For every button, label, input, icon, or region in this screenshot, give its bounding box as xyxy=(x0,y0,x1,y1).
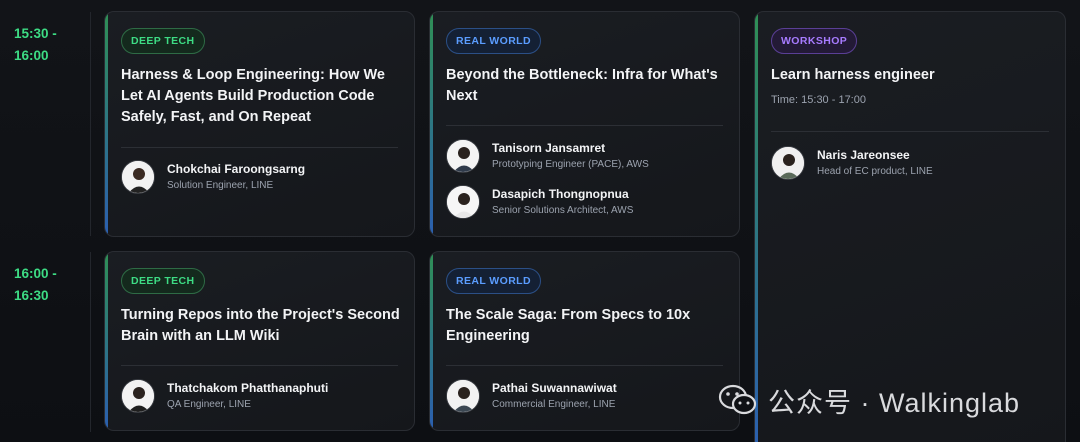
wechat-icon xyxy=(718,384,757,415)
divider xyxy=(446,365,723,366)
divider xyxy=(121,147,398,148)
watermark: 公众号 · Walkinglab xyxy=(718,382,1020,418)
session-card[interactable]: REAL WORLD Beyond the Bottleneck: Infra … xyxy=(429,11,740,237)
speaker: Naris Jareonsee Head of EC product, LINE xyxy=(771,146,1055,182)
speaker-role: Head of EC product, LINE xyxy=(817,166,933,177)
speaker-avatar xyxy=(121,379,155,413)
speaker-role: Senior Solutions Architect, AWS xyxy=(492,205,634,216)
card-accent-bar xyxy=(105,252,108,430)
card-accent-bar xyxy=(755,12,758,442)
speaker-avatar xyxy=(446,139,480,173)
speaker-name: Pathai Suwannawiwat xyxy=(492,381,617,395)
time-divider xyxy=(90,252,91,432)
speaker-name: Tanisorn Jansamret xyxy=(492,141,606,155)
divider xyxy=(446,125,723,126)
card-accent-bar xyxy=(105,12,108,236)
time-slot-start: 16:00 - xyxy=(14,266,57,281)
card-accent-bar xyxy=(430,252,433,430)
speaker-role: QA Engineer, LINE xyxy=(167,399,251,410)
speaker-avatar xyxy=(446,379,480,413)
speaker-avatar xyxy=(771,146,805,180)
track-badge-real-world: REAL WORLD xyxy=(446,28,541,54)
speaker-name: Thatchakom Phatthanaphuti xyxy=(167,381,329,395)
session-title: Harness & Loop Engineering: How We Let A… xyxy=(121,67,385,125)
session-title: Learn harness engineer xyxy=(771,67,935,83)
session-card[interactable]: DEEP TECH Harness & Loop Engineering: Ho… xyxy=(104,11,415,237)
speaker-name: Dasapich Thongnopnua xyxy=(492,187,629,201)
card-accent-bar xyxy=(430,12,433,236)
session-card[interactable]: DEEP TECH Turning Repos into the Project… xyxy=(104,251,415,431)
speaker-role: Solution Engineer, LINE xyxy=(167,180,274,191)
speaker: Dasapich Thongnopnua Senior Solutions Ar… xyxy=(446,185,729,221)
time-slot-2: 16:00 - 16:30 xyxy=(14,263,78,307)
session-card-workshop[interactable]: WORKSHOP Learn harness engineer Time: 15… xyxy=(754,11,1066,442)
speaker-role: Prototyping Engineer (PACE), AWS xyxy=(492,159,649,170)
session-time: Time: 15:30 - 17:00 xyxy=(771,94,866,106)
divider xyxy=(121,365,398,366)
schedule-grid: 15:30 - 16:00 16:00 - 16:30 DEEP TECH Ha… xyxy=(0,0,1080,442)
speaker-name: Chokchai Faroongsarng xyxy=(167,162,306,176)
time-slot-end: 16:00 xyxy=(14,48,49,63)
divider xyxy=(771,131,1049,132)
track-badge-real-world: REAL WORLD xyxy=(446,268,541,294)
time-divider xyxy=(90,12,91,236)
track-badge-deep-tech: DEEP TECH xyxy=(121,268,205,294)
speaker-avatar xyxy=(446,185,480,219)
session-card[interactable]: REAL WORLD The Scale Saga: From Specs to… xyxy=(429,251,740,431)
time-slot-start: 15:30 - xyxy=(14,26,57,41)
speaker: Tanisorn Jansamret Prototyping Engineer … xyxy=(446,139,729,175)
speaker-avatar xyxy=(121,160,155,194)
session-title: Turning Repos into the Project's Second … xyxy=(121,307,400,344)
session-title: The Scale Saga: From Specs to 10x Engine… xyxy=(446,307,691,344)
speaker: Thatchakom Phatthanaphuti QA Engineer, L… xyxy=(121,379,404,415)
speaker-name: Naris Jareonsee xyxy=(817,148,910,162)
track-badge-workshop: WORKSHOP xyxy=(771,28,858,54)
time-slot-end: 16:30 xyxy=(14,288,49,303)
speaker: Pathai Suwannawiwat Commercial Engineer,… xyxy=(446,379,729,415)
time-slot-1: 15:30 - 16:00 xyxy=(14,23,78,67)
watermark-text: 公众号 · Walkinglab xyxy=(768,387,1021,418)
speaker: Chokchai Faroongsarng Solution Engineer,… xyxy=(121,160,404,196)
speaker-role: Commercial Engineer, LINE xyxy=(492,399,616,410)
track-badge-deep-tech: DEEP TECH xyxy=(121,28,205,54)
session-title: Beyond the Bottleneck: Infra for What's … xyxy=(446,67,718,104)
